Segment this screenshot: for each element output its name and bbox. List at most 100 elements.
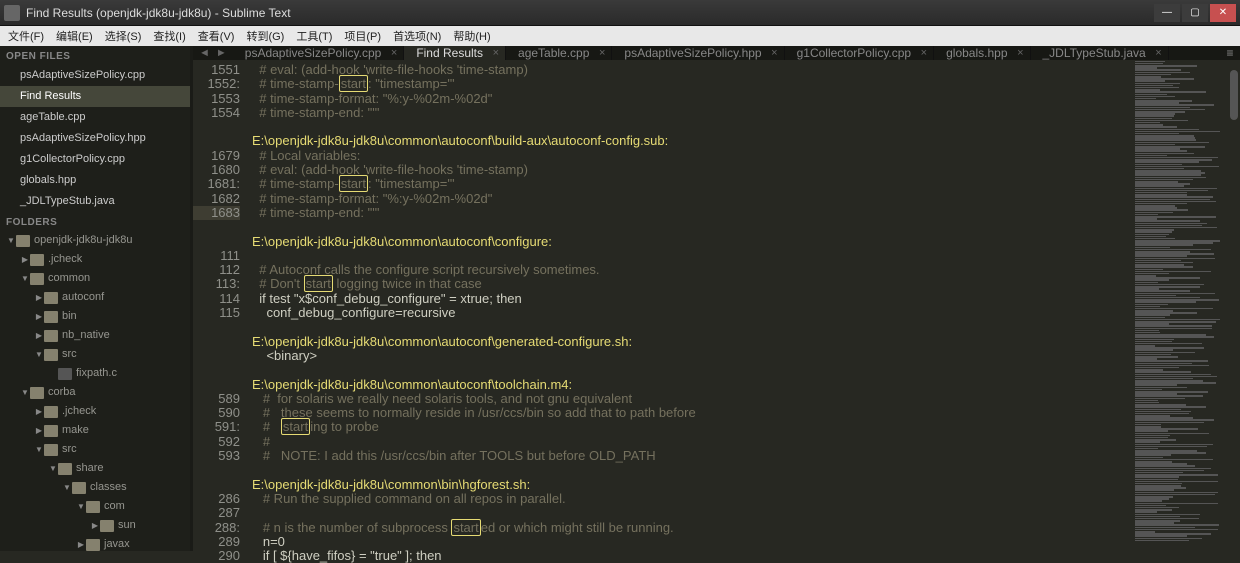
tab[interactable]: ageTable.cpp × <box>506 46 612 60</box>
menu-item[interactable]: 首选项(N) <box>387 26 447 46</box>
code-line: # time-stamp-end: "'" <box>252 206 1133 220</box>
code-line <box>252 363 1133 377</box>
open-file-item[interactable]: psAdaptiveSizePolicy.hpp <box>0 128 190 149</box>
line-number <box>193 220 240 234</box>
tree-label: .jcheck <box>48 251 82 268</box>
folder-item[interactable]: ▼openjdk-jdk8u-jdk8u <box>0 231 190 250</box>
tab-label: ageTable.cpp <box>518 46 589 60</box>
folder-item[interactable]: ▶.jcheck <box>0 402 190 421</box>
tree-label: fixpath.c <box>76 365 117 382</box>
tab[interactable]: globals.hpp× <box>934 46 1030 60</box>
gutter: 1551 1552:1553 1554 1679 1680 1681:1682 … <box>193 60 248 563</box>
open-file-item[interactable]: psAdaptiveSizePolicy.cpp <box>0 65 190 86</box>
menu-item[interactable]: 工具(T) <box>290 26 338 46</box>
folder-icon <box>44 349 58 361</box>
vertical-scrollbar[interactable] <box>1228 60 1240 563</box>
sidebar: OPEN FILES psAdaptiveSizePolicy.cppFind … <box>0 46 190 551</box>
menu-item[interactable]: 查看(V) <box>192 26 241 46</box>
search-match: start <box>281 418 310 435</box>
scrollbar-thumb[interactable] <box>1230 70 1238 120</box>
folder-item[interactable]: ▼src <box>0 440 190 459</box>
line-number: 593 <box>193 449 240 463</box>
folder-icon <box>44 330 58 342</box>
menu-item[interactable]: 帮助(H) <box>447 26 496 46</box>
minimize-button[interactable]: — <box>1154 4 1180 22</box>
open-file-item[interactable]: g1CollectorPolicy.cpp <box>0 149 190 170</box>
tree-label: javax <box>104 536 130 551</box>
folder-icon <box>58 463 72 475</box>
chevron-down-icon: ▼ <box>20 384 30 401</box>
open-file-item[interactable]: globals.hpp <box>0 170 190 191</box>
line-number <box>193 235 240 249</box>
file-item[interactable]: fixpath.c <box>0 364 190 383</box>
folder-item[interactable]: ▼share <box>0 459 190 478</box>
folder-item[interactable]: ▶autoconf <box>0 288 190 307</box>
code-line: # Local variables: <box>252 149 1133 163</box>
tree-label: openjdk-jdk8u-jdk8u <box>34 232 132 249</box>
tree-label: src <box>62 346 77 363</box>
open-file-item[interactable]: Find Results <box>0 86 190 107</box>
close-button[interactable]: ✕ <box>1210 4 1236 22</box>
menu-item[interactable]: 文件(F) <box>2 26 50 46</box>
tab-close-icon[interactable]: × <box>921 47 927 59</box>
tab[interactable]: psAdaptiveSizePolicy.cpp × <box>233 46 405 60</box>
chevron-down-icon: ▼ <box>34 441 44 458</box>
line-number <box>193 378 240 392</box>
open-file-item[interactable]: _JDLTypeStub.java <box>0 191 190 212</box>
tree-label: .jcheck <box>62 403 96 420</box>
tab-close-icon[interactable]: × <box>493 47 499 59</box>
file-icon <box>58 368 72 380</box>
folder-item[interactable]: ▼corba <box>0 383 190 402</box>
code-line: # NOTE: I add this /usr/ccs/bin after TO… <box>252 449 1133 463</box>
tab-close-icon[interactable]: × <box>599 47 605 59</box>
line-number: 590 <box>193 406 240 420</box>
folder-item[interactable]: ▼com <box>0 497 190 516</box>
tab[interactable]: _JDLTypeStub.java × <box>1031 46 1169 60</box>
folder-item[interactable]: ▼classes <box>0 478 190 497</box>
code-line: # n is the number of subprocess started … <box>252 521 1133 535</box>
tab-label: Find Results <box>416 46 483 60</box>
tab-close-icon[interactable]: × <box>771 47 777 59</box>
minimap[interactable] <box>1133 60 1228 563</box>
line-number <box>193 363 240 377</box>
folder-item[interactable]: ▼src <box>0 345 190 364</box>
tab[interactable]: psAdaptiveSizePolicy.hpp× <box>612 46 784 60</box>
folder-icon <box>44 311 58 323</box>
menu-item[interactable]: 项目(P) <box>338 26 387 46</box>
menu-bar: 文件(F)编辑(E)选择(S)查找(I)查看(V)转到(G)工具(T)项目(P)… <box>0 26 1240 46</box>
tab[interactable]: g1CollectorPolicy.cpp× <box>785 46 935 60</box>
tab-close-icon[interactable]: × <box>1017 47 1023 59</box>
menu-item[interactable]: 查找(I) <box>147 26 191 46</box>
folder-item[interactable]: ▶.jcheck <box>0 250 190 269</box>
code-line: # time-stamp-end: "'" <box>252 106 1133 120</box>
menu-item[interactable]: 选择(S) <box>99 26 148 46</box>
folder-item[interactable]: ▶bin <box>0 307 190 326</box>
line-number: 290 <box>193 549 240 563</box>
nav-back-icon[interactable]: ◄ <box>199 47 210 59</box>
chevron-down-icon: ▼ <box>76 498 86 515</box>
open-file-item[interactable]: ageTable.cpp <box>0 107 190 128</box>
menu-item[interactable]: 编辑(E) <box>50 26 99 46</box>
code-area[interactable]: # eval: (add-hook 'write-file-hooks 'tim… <box>248 60 1133 563</box>
line-number: 1551 <box>193 63 240 77</box>
chevron-down-icon: ▼ <box>20 270 30 287</box>
chevron-right-icon: ▶ <box>34 422 44 439</box>
tab-label: psAdaptiveSizePolicy.cpp <box>245 46 382 60</box>
folder-item[interactable]: ▶sun <box>0 516 190 535</box>
tab-close-icon[interactable]: × <box>1155 47 1161 59</box>
tab-label: _JDLTypeStub.java <box>1043 46 1146 60</box>
code-line: # time-stamp-format: "%:y-%02m-%02d" <box>252 92 1133 106</box>
tab-menu-icon[interactable]: ≡ <box>1220 46 1240 60</box>
folder-item[interactable]: ▶make <box>0 421 190 440</box>
nav-forward-icon[interactable]: ► <box>216 47 227 59</box>
folder-item[interactable]: ▼common <box>0 269 190 288</box>
folder-item[interactable]: ▶javax <box>0 535 190 551</box>
folder-icon <box>30 254 44 266</box>
code-line: E:\openjdk-jdk8u-jdk8u\common\autoconf\t… <box>252 378 1133 392</box>
menu-item[interactable]: 转到(G) <box>240 26 290 46</box>
folder-item[interactable]: ▶nb_native <box>0 326 190 345</box>
tab[interactable]: Find Results × <box>404 46 506 60</box>
folder-icon <box>44 292 58 304</box>
maximize-button[interactable]: ▢ <box>1182 4 1208 22</box>
tab-close-icon[interactable]: × <box>391 47 397 59</box>
